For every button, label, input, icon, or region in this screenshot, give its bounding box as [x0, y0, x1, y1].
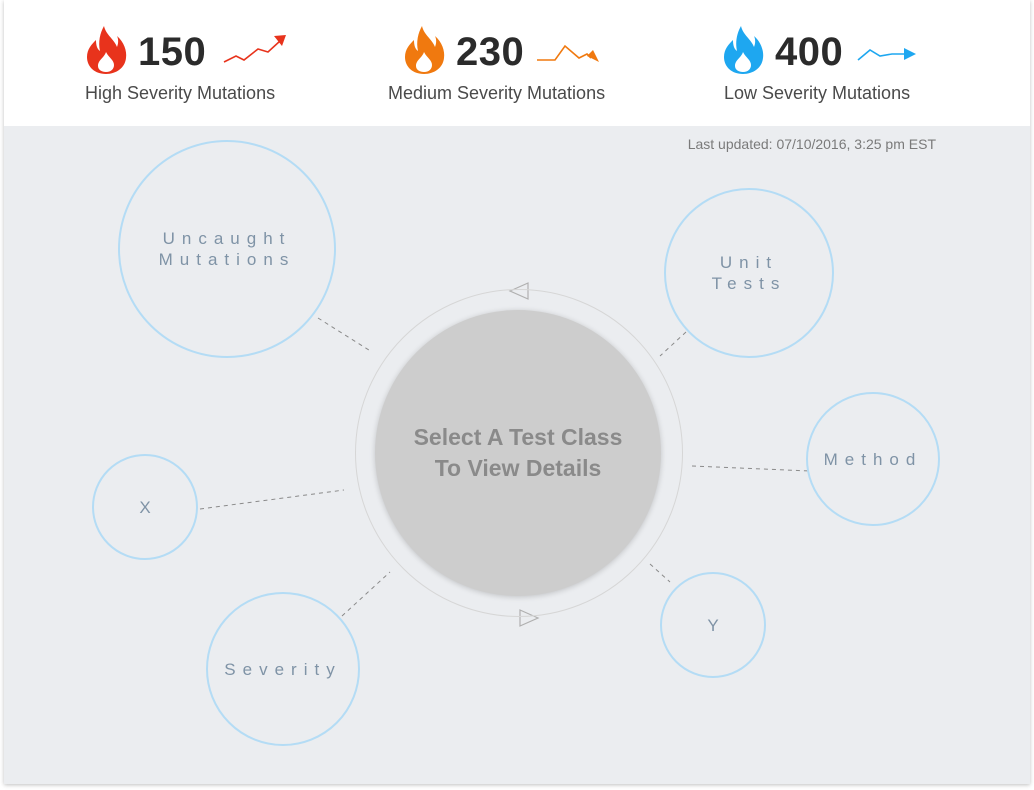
node-uncaught-mutations[interactable]: Uncaught Mutations — [118, 140, 336, 358]
node-label: Mutations — [158, 250, 296, 269]
node-label: Unit — [719, 253, 779, 272]
stat-count: 150 — [138, 30, 207, 74]
center-line-1: Select A Test Class — [413, 424, 623, 450]
select-test-class-button[interactable]: Select A Test Class To View Details — [375, 310, 661, 596]
mutation-map: Last updated: 07/10/2016, 3:25 pm EST Se… — [4, 126, 1030, 784]
trend-down-icon — [537, 44, 599, 62]
node-unit-tests[interactable]: Unit Tests — [664, 188, 834, 358]
node-x[interactable]: X — [92, 454, 198, 560]
trend-up-icon — [223, 35, 286, 63]
severity-summary-header: 150 High Severity Mutations 230 Medium S… — [4, 0, 1030, 126]
node-method[interactable]: Method — [806, 392, 940, 526]
connector-unit-tests — [659, 331, 687, 357]
connector-uncaught — [317, 317, 373, 353]
connector-x — [199, 489, 345, 510]
stat-count: 400 — [775, 30, 844, 74]
fire-icon — [405, 26, 445, 74]
stat-count: 230 — [456, 30, 525, 74]
connector-severity — [341, 571, 391, 617]
trend-flat-up-icon — [857, 48, 916, 61]
app-frame: 150 High Severity Mutations 230 Medium S… — [4, 0, 1030, 784]
center-line-2: To View Details — [434, 455, 602, 481]
connector-y — [649, 563, 671, 583]
node-label: Uncaught — [162, 229, 292, 248]
fire-icon — [87, 26, 127, 74]
node-label: Tests — [711, 274, 787, 293]
node-label: Method — [823, 449, 923, 469]
stat-label: Medium Severity Mutations — [388, 83, 606, 103]
fire-icon — [724, 26, 764, 74]
stat-label: High Severity Mutations — [85, 83, 276, 103]
node-label: Severity — [224, 659, 342, 679]
connector-method — [691, 465, 811, 472]
node-y[interactable]: Y — [660, 572, 766, 678]
stat-label: Low Severity Mutations — [724, 83, 911, 103]
node-severity[interactable]: Severity — [206, 592, 360, 746]
node-label: X — [139, 497, 151, 517]
node-label: Y — [707, 615, 719, 635]
